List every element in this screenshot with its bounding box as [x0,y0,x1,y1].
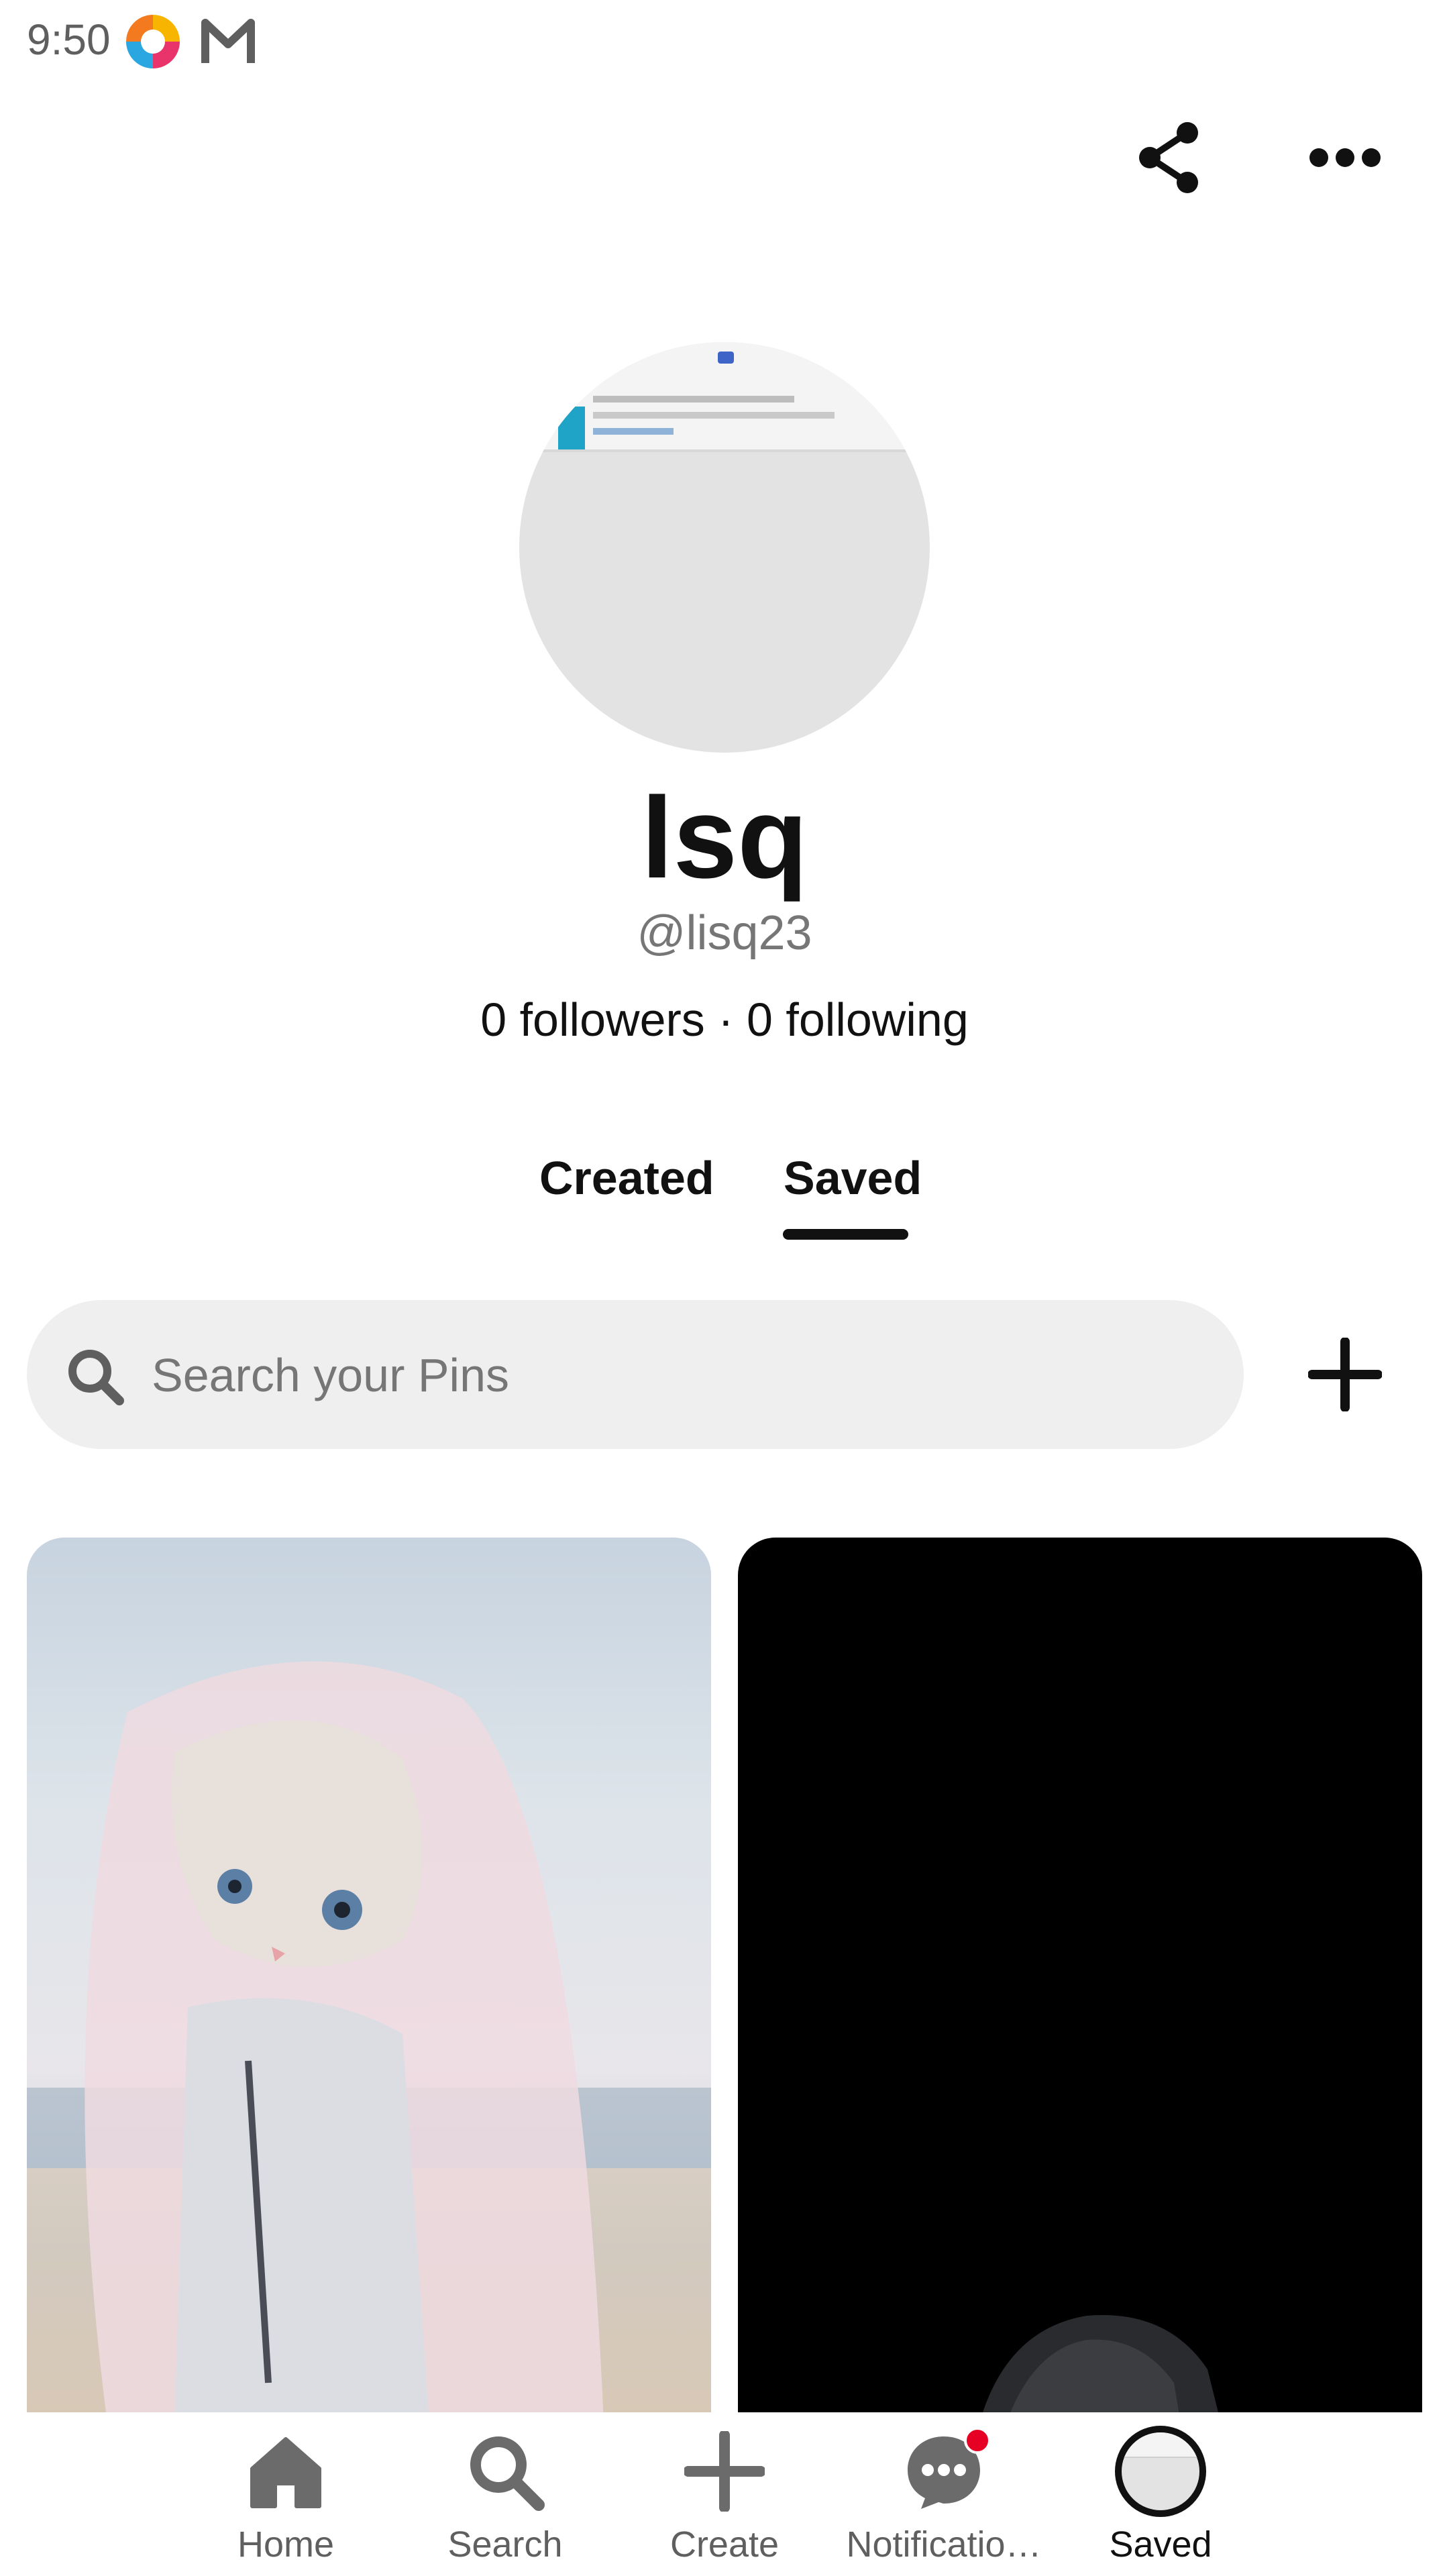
profile-name: lsq [641,773,808,902]
nav-saved[interactable]: Saved [1060,2412,1261,2576]
nav-create-label: Create [669,2524,780,2565]
plus-icon [1308,1338,1382,1411]
pin-card-cat[interactable] [27,1538,711,2423]
search-icon [66,1347,126,1411]
nav-search[interactable]: Search [405,2412,606,2576]
more-icon [1309,148,1381,167]
nav-notifications[interactable]: Notificatio… [843,2412,1044,2576]
avatar-people-icon [718,352,734,364]
avatar-thumbnail-accent [558,407,585,449]
more-options-button[interactable] [1301,121,1389,195]
avatar-text-line [593,412,835,419]
follow-stats[interactable]: 0 followers · 0 following [0,993,1449,1046]
nav-notifications-label: Notificatio… [846,2524,1042,2565]
active-tab-indicator [783,1229,908,1240]
profile-avatar-icon [1115,2426,1206,2517]
avatar-text-line [593,428,674,435]
notification-badge [964,2427,991,2454]
profile-avatar[interactable] [519,342,930,753]
status-time: 9:50 [27,15,111,64]
home-icon [250,2437,321,2508]
nav-home-label: Home [237,2524,335,2565]
bottom-navigation: Home Search Create Notificatio… Saved [0,2412,1449,2576]
avatar-image-content [519,342,930,452]
search-placeholder: Search your Pins [152,1349,510,1401]
tab-saved[interactable]: Saved [784,1151,922,1205]
tab-created[interactable]: Created [539,1151,714,1205]
add-button[interactable] [1301,1331,1389,1418]
mail-icon [201,16,255,70]
nav-home[interactable]: Home [185,2412,386,2576]
nav-search-label: Search [447,2524,563,2565]
nav-create[interactable]: Create [624,2412,825,2576]
share-button[interactable] [1127,114,1214,201]
avatar-text-line [593,396,794,402]
plus-icon [684,2431,765,2512]
pin-card-dark[interactable] [738,1538,1422,2423]
nav-saved-label: Saved [1109,2524,1212,2565]
app-notification-icon [126,15,180,68]
cat-in-raincoat-image [27,1661,711,2423]
search-icon [470,2436,545,2511]
share-icon [1139,122,1198,193]
profile-handle: @lisq23 [637,906,812,960]
dark-pin-image [979,2315,1221,2423]
